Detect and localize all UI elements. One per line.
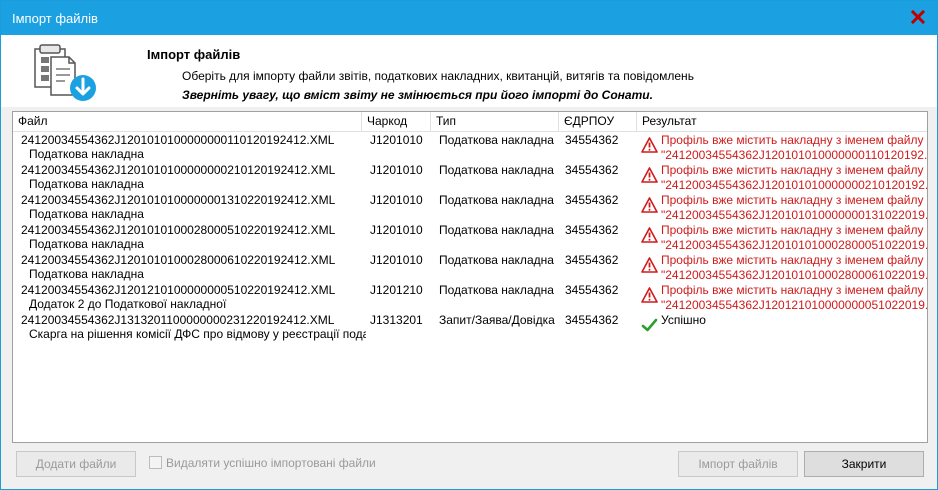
- table-row[interactable]: 24120034554362J1313201100000000231220192…: [13, 312, 927, 342]
- result-file-name: "24120034554362J120101010002800061022019…: [661, 268, 927, 282]
- table-row[interactable]: 24120034554362J1201010100000001310220192…: [13, 192, 927, 222]
- file-cell: 24120034554362J1201210100000000510220192…: [21, 283, 366, 311]
- code-cell: J1201010: [370, 223, 423, 237]
- column-header-code[interactable]: Чаркод: [362, 112, 431, 132]
- result-file-name: "24120034554362J120101010002800051022019…: [661, 238, 927, 252]
- result-cell: Успішно: [661, 313, 927, 328]
- code-cell: J1201010: [370, 193, 423, 207]
- column-header-file[interactable]: Файл: [13, 112, 362, 132]
- warning-triangle-icon: [641, 137, 658, 153]
- code-cell: J1201010: [370, 253, 423, 267]
- result-file-name: "24120034554362J120101010000000110120192…: [661, 148, 927, 162]
- code-cell: J1201210: [370, 283, 423, 297]
- result-cell: Профіль вже містить накладну з іменем фа…: [661, 133, 927, 163]
- table-row[interactable]: 24120034554362J1201010100028000610220192…: [13, 252, 927, 282]
- title-bar: Імпорт файлів: [1, 1, 937, 35]
- warning-triangle-icon: [641, 167, 658, 183]
- close-button[interactable]: Закрити: [804, 451, 924, 477]
- result-cell: Профіль вже містить накладну з іменем фа…: [661, 163, 927, 193]
- table-row[interactable]: 24120034554362J1201010100000000210120192…: [13, 162, 927, 192]
- header-warning: Зверніть увагу, що вміст звіту не змінює…: [182, 88, 653, 102]
- edrpou-cell: 34554362: [565, 163, 619, 177]
- result-message: Профіль вже містить накладну з іменем фа…: [661, 133, 924, 147]
- file-name: 24120034554362J1201010100028000510220192…: [21, 223, 336, 237]
- result-file-name: "24120034554362J120101010000000210120192…: [661, 178, 927, 192]
- type-cell: Податкова накладна: [439, 223, 554, 237]
- import-files-button[interactable]: Імпорт файлів: [678, 451, 798, 477]
- type-cell: Податкова накладна: [439, 133, 554, 147]
- document-name: Податкова накладна: [29, 237, 144, 251]
- dialog-header: Імпорт файлів Оберіть для імпорту файли …: [1, 35, 937, 107]
- result-message: Профіль вже містить накладну з іменем фа…: [661, 193, 924, 207]
- edrpou-cell: 34554362: [565, 223, 619, 237]
- file-cell: 24120034554362J1201010100028000510220192…: [21, 223, 366, 251]
- file-cell: 24120034554362J1313201100000000231220192…: [21, 313, 366, 341]
- table-row[interactable]: 24120034554362J1201010100028000510220192…: [13, 222, 927, 252]
- result-file-name: "24120034554362J120101010000000131022019…: [661, 208, 927, 222]
- window-title: Імпорт файлів: [12, 11, 98, 26]
- document-name: Податкова накладна: [29, 207, 144, 221]
- edrpou-cell: 34554362: [565, 133, 619, 147]
- table-row[interactable]: 24120034554362J1201210100000000510220192…: [13, 282, 927, 312]
- file-cell: 24120034554362J1201010100000000110120192…: [21, 133, 366, 161]
- import-dialog: Імпорт файлів Імпорт файлів Оберіть для …: [0, 0, 938, 490]
- add-files-button[interactable]: Додати файли: [16, 451, 136, 477]
- file-name: 24120034554362J1201010100000000110120192…: [21, 133, 335, 147]
- file-cell: 24120034554362J1201010100000001310220192…: [21, 193, 366, 221]
- result-message: Профіль вже містить накладну з іменем фа…: [661, 223, 924, 237]
- result-cell: Профіль вже містить накладну з іменем фа…: [661, 193, 927, 223]
- code-cell: J1313201: [370, 313, 423, 327]
- column-header-edrpou[interactable]: ЄДРПОУ: [559, 112, 637, 132]
- result-cell: Профіль вже містить накладну з іменем фа…: [661, 253, 927, 283]
- delete-imported-label: Видаляти успішно імпортовані файли: [166, 456, 376, 470]
- file-name: 24120034554362J1201010100028000610220192…: [21, 253, 336, 267]
- file-name: 24120034554362J1201010100000000210120192…: [21, 163, 336, 177]
- document-name: Скарга на рішення комісії ДФС про відмов…: [29, 327, 366, 341]
- document-name: Податкова накладна: [29, 267, 144, 281]
- checkmark-icon: [641, 318, 658, 332]
- file-name: 24120034554362J1313201100000000231220192…: [21, 313, 335, 327]
- table-row[interactable]: 24120034554362J1201010100000000110120192…: [13, 132, 927, 162]
- warning-triangle-icon: [641, 197, 658, 213]
- result-message: Профіль вже містить накладну з іменем фа…: [661, 253, 924, 267]
- type-cell: Податкова накладна: [439, 193, 554, 207]
- document-name: Податкова накладна: [29, 147, 144, 161]
- header-subtitle: Оберіть для імпорту файли звітів, податк…: [182, 69, 694, 83]
- file-name: 24120034554362J1201210100000000510220192…: [21, 283, 336, 297]
- warning-triangle-icon: [641, 227, 658, 243]
- column-header-result[interactable]: Результат: [637, 112, 927, 132]
- type-cell: Податкова накладна: [439, 253, 554, 267]
- delete-imported-checkbox[interactable]: [149, 456, 162, 469]
- type-cell: Податкова накладна: [439, 163, 554, 177]
- document-name: Додаток 2 до Податкової накладної: [29, 297, 227, 311]
- file-name: 24120034554362J1201010100000001310220192…: [21, 193, 336, 207]
- header-title: Імпорт файлів: [147, 47, 241, 62]
- edrpou-cell: 34554362: [565, 313, 619, 327]
- result-message: Профіль вже містить накладну з іменем фа…: [661, 283, 924, 297]
- import-documents-icon: [34, 44, 96, 101]
- result-cell: Профіль вже містить накладну з іменем фа…: [661, 223, 927, 253]
- edrpou-cell: 34554362: [565, 253, 619, 267]
- close-icon[interactable]: [911, 10, 925, 24]
- column-header-type[interactable]: Тип: [431, 112, 559, 132]
- result-cell: Профіль вже містить накладну з іменем фа…: [661, 283, 927, 313]
- warning-triangle-icon: [641, 257, 658, 273]
- result-file-name: "24120034554362J120121010000000051022019…: [661, 298, 927, 312]
- warning-triangle-icon: [641, 287, 658, 303]
- type-cell: Запит/Заява/Довідка: [439, 313, 555, 327]
- code-cell: J1201010: [370, 163, 423, 177]
- file-cell: 24120034554362J1201010100000000210120192…: [21, 163, 366, 191]
- type-cell: Податкова накладна: [439, 283, 554, 297]
- edrpou-cell: 34554362: [565, 193, 619, 207]
- result-message: Профіль вже містить накладну з іменем фа…: [661, 163, 924, 177]
- files-table[interactable]: Файл Чаркод Тип ЄДРПОУ Результат 2412003…: [12, 111, 928, 443]
- code-cell: J1201010: [370, 133, 423, 147]
- file-cell: 24120034554362J1201010100028000610220192…: [21, 253, 366, 281]
- result-message: Успішно: [661, 313, 706, 327]
- document-name: Податкова накладна: [29, 177, 144, 191]
- edrpou-cell: 34554362: [565, 283, 619, 297]
